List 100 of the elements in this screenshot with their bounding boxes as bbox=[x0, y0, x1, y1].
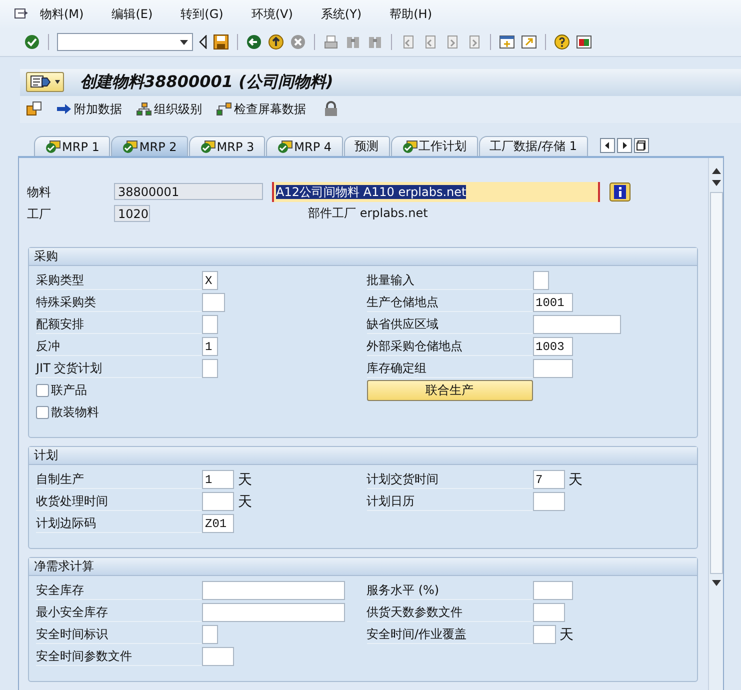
scroll-up-icon[interactable] bbox=[712, 168, 720, 174]
checkmark-icon bbox=[200, 140, 216, 154]
window-icon[interactable] bbox=[499, 34, 515, 50]
input-field[interactable]: X bbox=[202, 271, 218, 290]
checkbox[interactable] bbox=[36, 384, 49, 397]
unit-label: 天 bbox=[238, 470, 252, 488]
tab[interactable]: 预测 bbox=[344, 136, 390, 156]
field-label: 缺省供应区域 bbox=[366, 315, 532, 334]
toolbar-button[interactable]: 附加数据 bbox=[56, 100, 122, 118]
menu-item[interactable]: 转到(G) bbox=[180, 6, 224, 23]
section-title: 计划 bbox=[29, 447, 697, 465]
field-label: 计划日历 bbox=[366, 492, 532, 511]
tab[interactable]: 工厂数据/存储 1 bbox=[478, 136, 588, 156]
material-field: 38800001 bbox=[114, 183, 263, 200]
input-field[interactable] bbox=[202, 647, 234, 666]
hierarchy-icon bbox=[136, 102, 152, 116]
field-label: 安全时间/作业覆盖 bbox=[366, 625, 532, 644]
scroll-right-icon[interactable] bbox=[617, 138, 632, 153]
field-label: 外部采购仓储地点 bbox=[366, 337, 532, 356]
checkmark-icon bbox=[402, 140, 418, 154]
tab[interactable]: MRP 2 bbox=[111, 136, 188, 156]
tab[interactable]: 工作计划 bbox=[390, 136, 478, 156]
input-field[interactable] bbox=[202, 625, 218, 644]
toolbar-button[interactable]: 检查屏幕数据 bbox=[216, 100, 306, 118]
field-label: 批量输入 bbox=[366, 271, 532, 290]
menu-item[interactable]: 帮助(H) bbox=[390, 6, 432, 23]
input-field[interactable] bbox=[202, 315, 218, 334]
input-field[interactable]: 1 bbox=[202, 470, 234, 489]
print-icon[interactable] bbox=[323, 34, 339, 50]
menu-button[interactable] bbox=[26, 72, 64, 92]
toolbar-button[interactable]: 组织级别 bbox=[136, 100, 202, 118]
scroll-down-icon[interactable] bbox=[712, 180, 720, 186]
lock-icon[interactable] bbox=[324, 101, 338, 118]
input-field[interactable] bbox=[532, 603, 564, 622]
input-field[interactable]: 1003 bbox=[532, 337, 572, 356]
input-field[interactable] bbox=[532, 625, 556, 644]
field-label: 采购类型 bbox=[36, 271, 202, 290]
checkmark-icon bbox=[45, 140, 61, 154]
field-label: 计划交货时间 bbox=[366, 470, 532, 489]
check-icon[interactable] bbox=[24, 34, 40, 50]
save-icon[interactable] bbox=[213, 34, 229, 50]
input-field[interactable] bbox=[532, 581, 572, 600]
section-title: 净需求计算 bbox=[29, 558, 697, 576]
field-label: JIT 交货计划 bbox=[36, 359, 202, 378]
input-field[interactable] bbox=[532, 315, 620, 334]
input-field[interactable]: 1 bbox=[202, 337, 218, 356]
scroll-down-icon[interactable] bbox=[712, 580, 720, 586]
caret-icon bbox=[55, 80, 60, 84]
unit-label: 天 bbox=[560, 626, 574, 644]
input-field[interactable] bbox=[202, 293, 225, 312]
field-label: 自制生产 bbox=[36, 470, 202, 489]
field-label: 物料 bbox=[27, 184, 52, 200]
field-label: 库存确定组 bbox=[366, 359, 532, 378]
field-label: 工厂 bbox=[27, 206, 52, 222]
arrow-icon bbox=[56, 103, 72, 116]
input-field[interactable] bbox=[532, 359, 572, 378]
vertical-scrollbar[interactable] bbox=[708, 158, 723, 690]
hierarchy-icon bbox=[216, 102, 232, 116]
dropdown-icon[interactable] bbox=[180, 40, 188, 45]
input-field[interactable] bbox=[202, 603, 345, 622]
binoculars-plus-icon[interactable] bbox=[367, 34, 383, 50]
tab[interactable]: MRP 1 bbox=[34, 136, 110, 156]
input-field[interactable] bbox=[532, 492, 564, 511]
input-field[interactable] bbox=[202, 359, 218, 378]
field-label: 配额安排 bbox=[36, 315, 202, 334]
tab[interactable]: MRP 3 bbox=[188, 136, 266, 156]
joint-production-button[interactable]: 联合生产 bbox=[366, 380, 532, 401]
command-field[interactable] bbox=[57, 33, 193, 52]
input-field[interactable] bbox=[532, 271, 548, 290]
input-field[interactable] bbox=[202, 492, 234, 511]
input-field[interactable]: Z01 bbox=[202, 514, 234, 533]
menu-item[interactable]: 物料(M) bbox=[40, 6, 84, 23]
binoculars-icon[interactable] bbox=[345, 34, 361, 50]
unit-label: 天 bbox=[238, 492, 252, 510]
menu-item[interactable]: 系统(Y) bbox=[320, 6, 362, 23]
input-field[interactable]: 7 bbox=[532, 470, 564, 489]
plant-description: 部件工厂 erplabs.net bbox=[308, 205, 428, 222]
tab[interactable]: MRP 4 bbox=[266, 136, 343, 156]
field-label: 反冲 bbox=[36, 337, 202, 356]
screen-title: 创建物料38800001 (公司间物料) bbox=[80, 72, 334, 93]
tab-list-icon[interactable] bbox=[634, 138, 650, 153]
menu-item[interactable]: 编辑(E) bbox=[112, 6, 153, 23]
field-label: 安全库存 bbox=[36, 581, 202, 600]
triangle-icon[interactable] bbox=[199, 35, 207, 50]
plant-field: 1020 bbox=[114, 205, 150, 222]
description-field[interactable]: A12公司间物料 A110 erplabs.net bbox=[272, 182, 600, 202]
back-icon[interactable] bbox=[246, 34, 262, 50]
shortcut-icon[interactable] bbox=[521, 34, 537, 50]
scroll-left-icon[interactable] bbox=[600, 138, 616, 153]
menu-item[interactable]: 环境(V) bbox=[251, 6, 293, 23]
menu-icon[interactable] bbox=[14, 8, 28, 20]
input-field[interactable] bbox=[202, 581, 345, 600]
info-icon[interactable] bbox=[609, 182, 631, 202]
input-field[interactable]: 1001 bbox=[532, 293, 572, 312]
palette-icon[interactable] bbox=[576, 34, 592, 50]
field-label: 特殊采购类 bbox=[36, 293, 202, 312]
help-icon[interactable] bbox=[554, 34, 570, 50]
unit-label: 天 bbox=[568, 470, 582, 488]
checkbox[interactable] bbox=[36, 406, 49, 419]
cancel-icon[interactable] bbox=[290, 34, 306, 50]
